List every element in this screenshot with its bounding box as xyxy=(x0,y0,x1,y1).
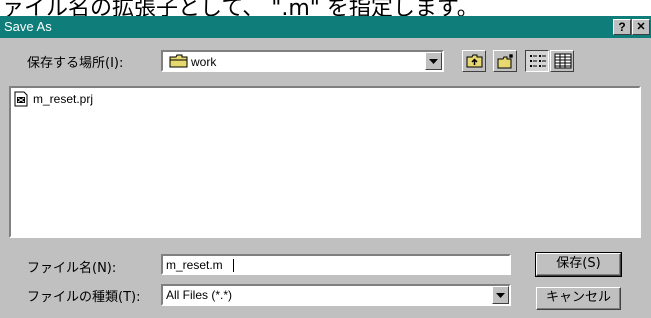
title-bar[interactable]: Save As ? ✕ xyxy=(0,16,651,38)
save-in-combo[interactable]: work xyxy=(161,50,444,72)
list-view-icon xyxy=(530,55,546,67)
new-folder-icon xyxy=(497,54,513,69)
file-name: m_reset.prj xyxy=(33,92,94,106)
window-title: Save As xyxy=(4,19,52,34)
project-file-icon xyxy=(14,91,28,107)
close-button[interactable]: ✕ xyxy=(632,19,650,35)
list-view-button[interactable] xyxy=(525,50,549,72)
filetype-label: ファイルの種類(T): xyxy=(27,290,141,305)
save-button[interactable]: 保存(S) xyxy=(535,252,622,277)
help-button[interactable]: ? xyxy=(613,19,631,35)
text-caret xyxy=(233,259,234,272)
save-in-dropdown-button[interactable] xyxy=(425,52,442,70)
cancel-button[interactable]: キャンセル xyxy=(536,287,621,310)
filename-label: ファイル名(N): xyxy=(27,261,117,276)
new-folder-button[interactable] xyxy=(493,50,517,72)
folder-icon xyxy=(169,54,189,73)
details-view-button[interactable] xyxy=(550,50,574,72)
filetype-value: All Files (*.*) xyxy=(166,288,233,302)
details-view-icon xyxy=(554,53,572,69)
up-one-level-icon xyxy=(466,54,483,68)
filetype-combo[interactable]: All Files (*.*) xyxy=(161,284,511,306)
chevron-down-icon xyxy=(496,293,505,298)
save-in-label: 保存する場所(I): xyxy=(27,56,124,71)
save-as-dialog: Save As ? ✕ 保存する場所(I): work m_reset.prj … xyxy=(0,16,651,318)
file-list[interactable]: m_reset.prj xyxy=(9,86,641,238)
up-one-level-button[interactable] xyxy=(462,50,486,72)
filename-input[interactable]: m_reset.m xyxy=(161,254,511,275)
filetype-dropdown-button[interactable] xyxy=(492,286,509,304)
save-in-value: work xyxy=(191,55,217,69)
chevron-down-icon xyxy=(429,59,438,64)
filename-value: m_reset.m xyxy=(166,258,223,272)
